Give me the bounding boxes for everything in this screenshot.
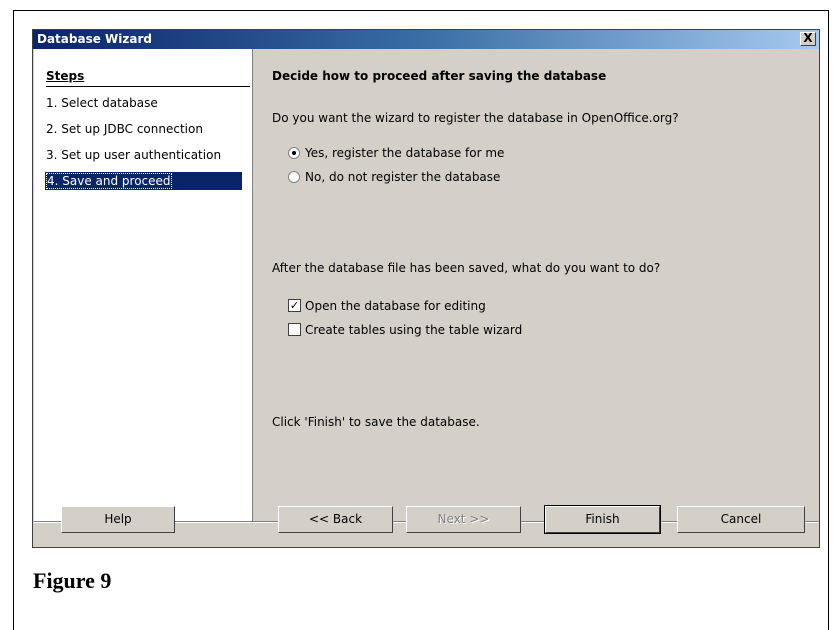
after-save-question: After the database file has been saved, …: [272, 261, 661, 275]
checkbox-create-label[interactable]: Create tables using the table wizard: [305, 323, 522, 337]
steps-title: Steps: [46, 69, 250, 87]
finish-hint: Click 'Finish' to save the database.: [272, 415, 480, 429]
register-question: Do you want the wizard to register the d…: [272, 111, 679, 125]
step-user-authentication[interactable]: 3. Set up user authentication: [46, 146, 221, 164]
checkbox-open-database[interactable]: ✓: [288, 299, 301, 312]
page-heading: Decide how to proceed after saving the d…: [272, 69, 607, 83]
window-title: Database Wizard: [37, 32, 152, 46]
checkbox-create-tables[interactable]: [288, 323, 301, 336]
next-button[interactable]: Next >>: [406, 506, 521, 533]
figure-caption: Figure 9: [33, 568, 112, 593]
title-bar: Database Wizard X: [33, 30, 819, 49]
checkbox-open-label[interactable]: Open the database for editing: [305, 299, 486, 313]
steps-pane: Steps 1. Select database 2. Set up JDBC …: [34, 49, 253, 521]
close-button[interactable]: X: [800, 32, 816, 46]
step-save-and-proceed[interactable]: 4. Save and proceed: [45, 172, 242, 190]
radio-no-register[interactable]: [288, 171, 300, 183]
back-button[interactable]: << Back: [278, 506, 393, 533]
step-save-and-proceed-label: 4. Save and proceed: [46, 173, 172, 189]
cancel-button[interactable]: Cancel: [677, 506, 805, 533]
main-content: Decide how to proceed after saving the d…: [253, 49, 819, 521]
radio-yes-register[interactable]: [288, 147, 300, 159]
step-jdbc-connection[interactable]: 2. Set up JDBC connection: [46, 120, 203, 138]
step-select-database[interactable]: 1. Select database: [46, 94, 158, 112]
help-button[interactable]: Help: [61, 506, 175, 533]
radio-yes-label[interactable]: Yes, register the database for me: [305, 146, 504, 160]
radio-no-label[interactable]: No, do not register the database: [305, 170, 500, 184]
finish-button[interactable]: Finish: [544, 505, 661, 534]
database-wizard-dialog: Database Wizard X Steps 1. Select databa…: [32, 29, 820, 548]
